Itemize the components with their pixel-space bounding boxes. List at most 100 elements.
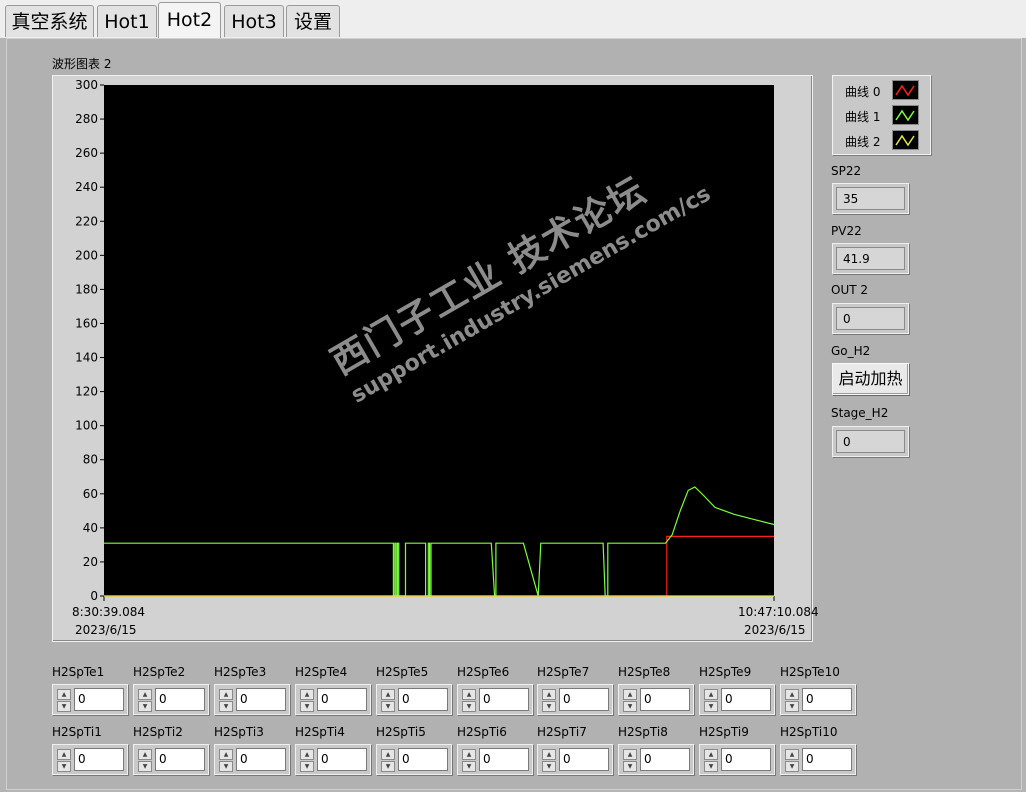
h2spti-numeric-control: ▲ ▼ 0 xyxy=(295,744,371,775)
h2spti-numeric-control: ▲ ▼ 0 xyxy=(537,744,613,775)
h2spte-numeric-control: ▲ ▼ 0 xyxy=(376,684,452,715)
increment-arrow-icon[interactable]: ▲ xyxy=(462,749,476,760)
h2spti-numeric-control: ▲ ▼ 0 xyxy=(133,744,209,775)
h2spti-value-field[interactable]: 0 xyxy=(317,748,367,771)
legend-label-2: 曲线 2 xyxy=(845,135,881,149)
increment-arrow-icon[interactable]: ▲ xyxy=(138,749,152,760)
h2spte-value-field[interactable]: 0 xyxy=(398,688,448,711)
increment-arrow-icon[interactable]: ▲ xyxy=(462,689,476,700)
legend-swatch-1[interactable] xyxy=(892,105,919,125)
increment-arrow-icon[interactable]: ▲ xyxy=(381,689,395,700)
x-start-date: 2023/6/15 xyxy=(75,623,137,637)
increment-arrow-icon[interactable]: ▲ xyxy=(785,689,799,700)
h2spti-value-field[interactable]: 0 xyxy=(721,748,771,771)
spin-buttons: ▲ ▼ xyxy=(381,689,395,712)
h2spte-value-field[interactable]: 0 xyxy=(559,688,609,711)
increment-arrow-icon[interactable]: ▲ xyxy=(138,689,152,700)
increment-arrow-icon[interactable]: ▲ xyxy=(704,689,718,700)
h2spti-value-field[interactable]: 0 xyxy=(74,748,124,771)
decrement-arrow-icon[interactable]: ▼ xyxy=(138,701,152,712)
increment-arrow-icon[interactable]: ▲ xyxy=(542,689,556,700)
h2spte-value-field[interactable]: 0 xyxy=(721,688,771,711)
h2spte-value-field[interactable]: 0 xyxy=(74,688,124,711)
tab-vacuum-system[interactable]: 真空系统 xyxy=(5,5,94,37)
stage-h2-indicator: 0 xyxy=(832,426,909,457)
increment-arrow-icon[interactable]: ▲ xyxy=(785,749,799,760)
y-tick-label: 200 xyxy=(75,248,98,262)
increment-arrow-icon[interactable]: ▲ xyxy=(300,749,314,760)
decrement-arrow-icon[interactable]: ▼ xyxy=(623,761,637,772)
decrement-arrow-icon[interactable]: ▼ xyxy=(623,701,637,712)
decrement-arrow-icon[interactable]: ▼ xyxy=(542,761,556,772)
increment-arrow-icon[interactable]: ▲ xyxy=(57,689,71,700)
increment-arrow-icon[interactable]: ▲ xyxy=(381,749,395,760)
plot-area xyxy=(104,85,774,596)
decrement-arrow-icon[interactable]: ▼ xyxy=(462,761,476,772)
h2spti-value-field[interactable]: 0 xyxy=(559,748,609,771)
y-tick-label: 180 xyxy=(75,282,98,296)
out2-indicator: 0 xyxy=(832,303,909,334)
increment-arrow-icon[interactable]: ▲ xyxy=(219,749,233,760)
increment-arrow-icon[interactable]: ▲ xyxy=(704,749,718,760)
increment-arrow-icon[interactable]: ▲ xyxy=(300,689,314,700)
start-heating-button[interactable]: 启动加热 xyxy=(832,363,909,395)
chart-legend: 曲线 0 曲线 1 曲线 2 xyxy=(832,75,931,155)
chart-svg: 0 20 40 60 80 100 120 140 160 180 200 220 240 260 280 3… xyxy=(75,78,775,603)
spin-buttons: ▲ ▼ xyxy=(704,749,718,772)
decrement-arrow-icon[interactable]: ▼ xyxy=(462,701,476,712)
spin-buttons: ▲ ▼ xyxy=(138,749,152,772)
increment-arrow-icon[interactable]: ▲ xyxy=(623,749,637,760)
h2spte-value-field[interactable]: 0 xyxy=(155,688,205,711)
h2spti-value-field[interactable]: 0 xyxy=(155,748,205,771)
legend-swatch-0[interactable] xyxy=(892,80,919,100)
h2spti-value-field[interactable]: 0 xyxy=(236,748,286,771)
tab-settings[interactable]: 设置 xyxy=(286,5,340,37)
spin-buttons: ▲ ▼ xyxy=(300,689,314,712)
tab-hot1[interactable]: Hot1 xyxy=(97,5,157,37)
h2spti-value-field[interactable]: 0 xyxy=(479,748,529,771)
h2spti-label: H2SpTi7 xyxy=(537,725,587,739)
h2spte-value-field[interactable]: 0 xyxy=(640,688,690,711)
increment-arrow-icon[interactable]: ▲ xyxy=(57,749,71,760)
h2spti-label: H2SpTi9 xyxy=(699,725,749,739)
y-tick-label: 20 xyxy=(83,555,98,569)
spin-buttons: ▲ ▼ xyxy=(57,749,71,772)
h2spte-value-field[interactable]: 0 xyxy=(236,688,286,711)
decrement-arrow-icon[interactable]: ▼ xyxy=(704,701,718,712)
spin-buttons: ▲ ▼ xyxy=(462,689,476,712)
h2spti-numeric-control: ▲ ▼ 0 xyxy=(699,744,775,775)
decrement-arrow-icon[interactable]: ▼ xyxy=(57,761,71,772)
h2spte-value-field[interactable]: 0 xyxy=(802,688,852,711)
decrement-arrow-icon[interactable]: ▼ xyxy=(785,761,799,772)
decrement-arrow-icon[interactable]: ▼ xyxy=(138,761,152,772)
increment-arrow-icon[interactable]: ▲ xyxy=(623,689,637,700)
increment-arrow-icon[interactable]: ▲ xyxy=(219,689,233,700)
h2spte-value-field[interactable]: 0 xyxy=(317,688,367,711)
decrement-arrow-icon[interactable]: ▼ xyxy=(219,761,233,772)
decrement-arrow-icon[interactable]: ▼ xyxy=(219,701,233,712)
decrement-arrow-icon[interactable]: ▼ xyxy=(542,701,556,712)
decrement-arrow-icon[interactable]: ▼ xyxy=(300,701,314,712)
h2spti-value-field[interactable]: 0 xyxy=(802,748,852,771)
h2spte-numeric-control: ▲ ▼ 0 xyxy=(537,684,613,715)
spin-buttons: ▲ ▼ xyxy=(785,749,799,772)
decrement-arrow-icon[interactable]: ▼ xyxy=(381,701,395,712)
tab-hot3[interactable]: Hot3 xyxy=(224,5,284,37)
decrement-arrow-icon[interactable]: ▼ xyxy=(57,701,71,712)
h2spti-value-field[interactable]: 0 xyxy=(640,748,690,771)
h2spte-value-field[interactable]: 0 xyxy=(479,688,529,711)
tab-hot2[interactable]: Hot2 xyxy=(158,2,221,39)
decrement-arrow-icon[interactable]: ▼ xyxy=(300,761,314,772)
y-tick-label: 0 xyxy=(90,589,98,603)
decrement-arrow-icon[interactable]: ▼ xyxy=(704,761,718,772)
legend-swatch-2[interactable] xyxy=(892,130,919,150)
y-tick-label: 140 xyxy=(75,351,98,365)
out2-label: OUT 2 xyxy=(831,283,869,297)
h2spti-value-field[interactable]: 0 xyxy=(398,748,448,771)
h2spte-label: H2SpTe1 xyxy=(52,665,105,679)
h2spti-numeric-control: ▲ ▼ 0 xyxy=(780,744,856,775)
decrement-arrow-icon[interactable]: ▼ xyxy=(785,701,799,712)
increment-arrow-icon[interactable]: ▲ xyxy=(542,749,556,760)
decrement-arrow-icon[interactable]: ▼ xyxy=(381,761,395,772)
h2spte-numeric-control: ▲ ▼ 0 xyxy=(214,684,290,715)
